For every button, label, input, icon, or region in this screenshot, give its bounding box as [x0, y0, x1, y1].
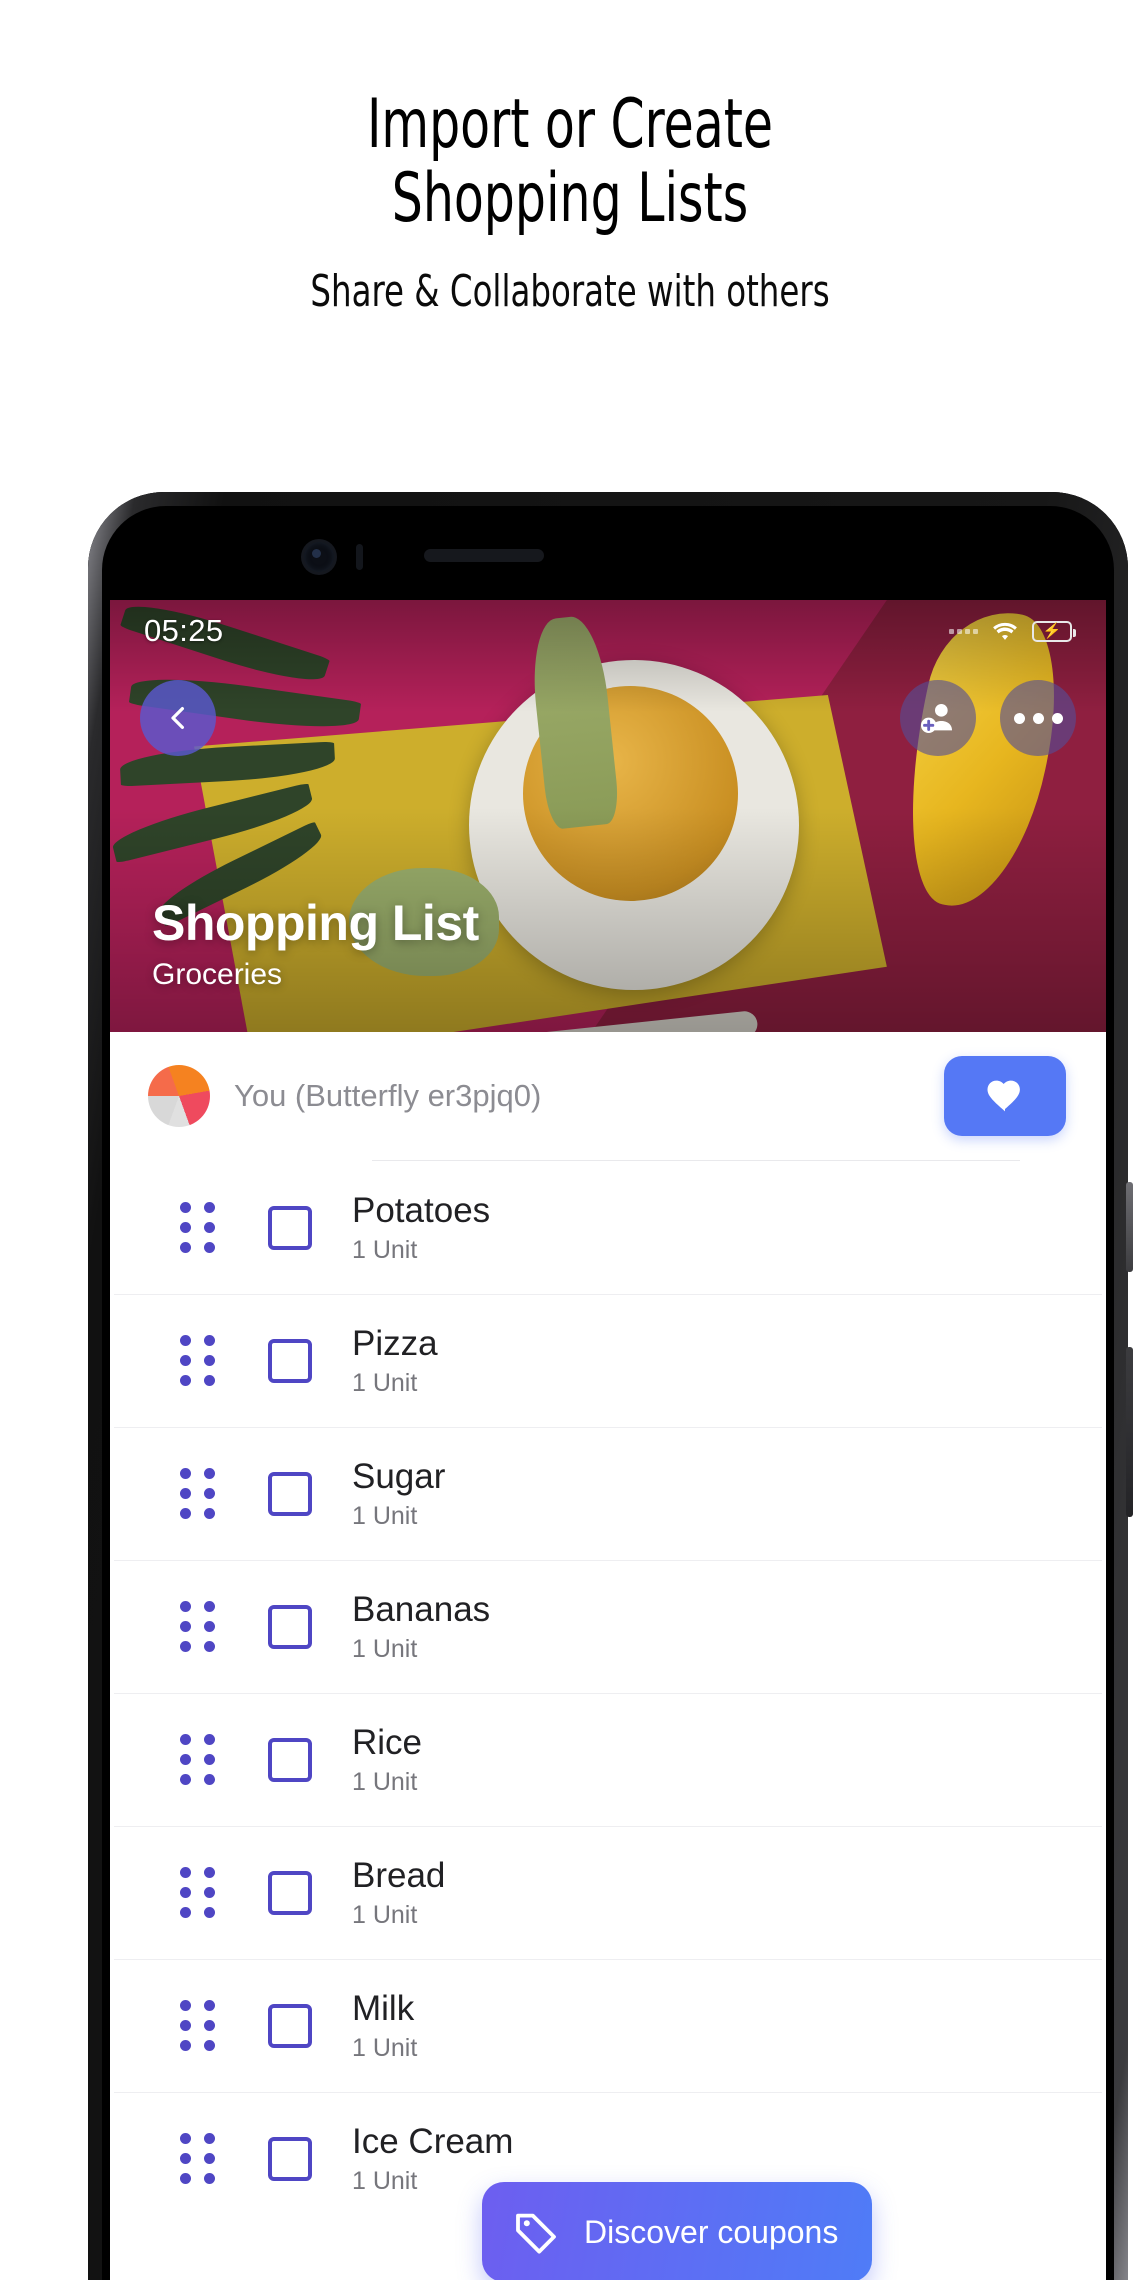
phone-screen-frame: 05:25 ⚡ Shopping List Groceries You (But…: [102, 506, 1114, 2280]
status-icons: ⚡: [949, 620, 1076, 642]
list-owner-row[interactable]: You (Butterfly er3pjq0): [110, 1032, 1106, 1160]
item-checkbox[interactable]: [268, 1205, 312, 1250]
drag-handle-icon[interactable]: [180, 1334, 216, 1386]
favorite-button[interactable]: [944, 1056, 1066, 1136]
item-quantity: 1 Unit: [352, 1635, 418, 1663]
add-person-button[interactable]: [900, 680, 976, 756]
status-bar: 05:25 ⚡: [110, 600, 1106, 662]
promo-title-line-1: Import or Create: [366, 85, 774, 164]
item-checkbox[interactable]: [268, 1604, 312, 1649]
item-text: Milk 1 Unit: [352, 1988, 417, 2063]
promo-subtitle: Share & Collaborate with others: [310, 266, 830, 317]
item-checkbox[interactable]: [268, 1338, 312, 1383]
item-name: Pizza: [352, 1324, 438, 1363]
item-name: Bananas: [352, 1590, 491, 1629]
hero-title-block: Shopping List Groceries: [152, 894, 479, 992]
power-button[interactable]: [1126, 1182, 1133, 1272]
list-hero-banner: 05:25 ⚡ Shopping List Groceries: [110, 600, 1106, 1032]
item-checkbox[interactable]: [268, 2003, 312, 2048]
discover-coupons-button[interactable]: Discover coupons: [482, 2182, 873, 2280]
item-text: Ice Cream 1 Unit: [352, 2121, 513, 2196]
item-name: Potatoes: [352, 1191, 491, 1230]
item-text: Bananas 1 Unit: [352, 1589, 490, 1664]
item-quantity: 1 Unit: [352, 1901, 418, 1929]
promo-title-line-2: Shopping Lists: [391, 159, 749, 238]
status-clock: 05:25: [144, 613, 224, 648]
drag-handle-icon[interactable]: [180, 1866, 216, 1918]
table-row[interactable]: Bread 1 Unit: [110, 1826, 1106, 1959]
item-name: Milk: [352, 1989, 415, 2028]
drag-handle-icon[interactable]: [180, 1733, 216, 1785]
item-checkbox[interactable]: [268, 1471, 312, 1516]
list-title: Shopping List: [152, 895, 479, 951]
signal-dots-icon: [949, 628, 978, 634]
table-row[interactable]: Potatoes 1 Unit: [110, 1161, 1106, 1294]
table-row[interactable]: Rice 1 Unit: [110, 1693, 1106, 1826]
more-horizontal-icon: [1013, 712, 1063, 724]
avatar: [148, 1065, 210, 1127]
phone-mockup: 05:25 ⚡ Shopping List Groceries You (But…: [88, 492, 1133, 2280]
item-quantity: 1 Unit: [352, 1236, 418, 1264]
drag-handle-icon[interactable]: [180, 2132, 216, 2184]
item-name: Ice Cream: [352, 2122, 514, 2161]
discover-coupons-label: Discover coupons: [584, 2213, 839, 2250]
item-text: Bread 1 Unit: [352, 1855, 445, 1930]
drag-handle-icon[interactable]: [180, 1600, 216, 1652]
person-add-icon: [921, 704, 952, 733]
proximity-sensor-icon: [356, 544, 363, 570]
item-text: Rice 1 Unit: [352, 1722, 422, 1797]
drag-handle-icon[interactable]: [180, 1201, 216, 1253]
item-quantity: 1 Unit: [352, 1369, 418, 1397]
more-options-button[interactable]: [1000, 680, 1076, 756]
phone-notch-row: [102, 506, 1114, 600]
volume-button[interactable]: [1126, 1347, 1133, 1517]
battery-charging-icon: ⚡: [1032, 620, 1076, 642]
item-quantity: 1 Unit: [352, 1768, 418, 1796]
item-text: Potatoes 1 Unit: [352, 1190, 490, 1265]
item-checkbox[interactable]: [268, 2136, 312, 2181]
table-row[interactable]: Milk 1 Unit: [110, 1959, 1106, 2092]
promo-header: Import or Create Shopping Lists Share & …: [0, 0, 1140, 318]
drag-handle-icon[interactable]: [180, 1999, 216, 2051]
back-button[interactable]: [140, 680, 216, 756]
item-text: Pizza 1 Unit: [352, 1323, 438, 1398]
item-checkbox[interactable]: [268, 1737, 312, 1782]
item-name: Bread: [352, 1856, 446, 1895]
table-row[interactable]: Bananas 1 Unit: [110, 1560, 1106, 1693]
owner-name: You (Butterfly er3pjq0): [234, 1078, 542, 1113]
earpiece-speaker: [424, 549, 544, 562]
table-row[interactable]: Sugar 1 Unit: [110, 1427, 1106, 1560]
hero-nav-bar: [110, 672, 1106, 764]
item-quantity: 1 Unit: [352, 2034, 418, 2062]
front-camera-icon: [304, 542, 334, 572]
item-name: Sugar: [352, 1457, 446, 1496]
chevron-left-icon: [171, 707, 184, 729]
shopping-items-list: Potatoes 1 Unit Pizza 1 Unit Sugar 1 Uni…: [110, 1161, 1106, 2225]
drag-handle-icon[interactable]: [180, 1467, 216, 1519]
item-text: Sugar 1 Unit: [352, 1456, 445, 1531]
wifi-icon: [993, 622, 1017, 640]
app-store-promo-screenshot: Import or Create Shopping Lists Share & …: [0, 0, 1140, 2280]
heart-icon: [987, 1080, 1020, 1112]
item-name: Rice: [352, 1723, 423, 1762]
app-screen: 05:25 ⚡ Shopping List Groceries You (But…: [110, 600, 1106, 2280]
item-checkbox[interactable]: [268, 1870, 312, 1915]
tag-icon: [516, 2213, 556, 2254]
item-quantity: 1 Unit: [352, 1502, 418, 1530]
table-row[interactable]: Pizza 1 Unit: [110, 1294, 1106, 1427]
list-subtitle: Groceries: [152, 958, 283, 991]
